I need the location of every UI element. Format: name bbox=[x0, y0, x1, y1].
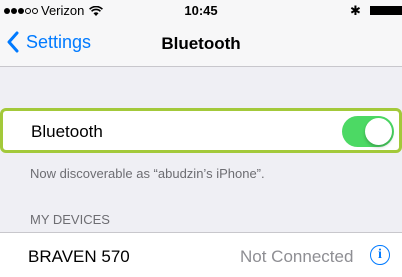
bluetooth-row: Bluetooth bbox=[0, 108, 402, 153]
device-status: Not Connected bbox=[240, 247, 354, 266]
bluetooth-toggle[interactable] bbox=[342, 116, 394, 147]
status-time: 10:45 bbox=[184, 3, 218, 18]
navigation-bar: Settings Bluetooth bbox=[0, 20, 402, 67]
my-devices-header: MY DEVICES bbox=[30, 212, 110, 227]
battery-icon bbox=[370, 6, 402, 15]
bluetooth-status-icon: ✱ bbox=[350, 3, 361, 18]
info-icon[interactable]: i bbox=[370, 245, 390, 265]
toggle-knob bbox=[365, 118, 392, 145]
device-name: BRAVEN 570 bbox=[28, 247, 130, 266]
bluetooth-label: Bluetooth bbox=[31, 122, 103, 141]
page-title: Bluetooth bbox=[161, 34, 241, 53]
discoverable-footer: Now discoverable as “abudzin’s iPhone”. bbox=[30, 166, 265, 181]
device-row[interactable]: BRAVEN 570 Not Connected i bbox=[0, 233, 402, 277]
status-bar: Verizon 10:45 ✱ bbox=[0, 0, 402, 20]
